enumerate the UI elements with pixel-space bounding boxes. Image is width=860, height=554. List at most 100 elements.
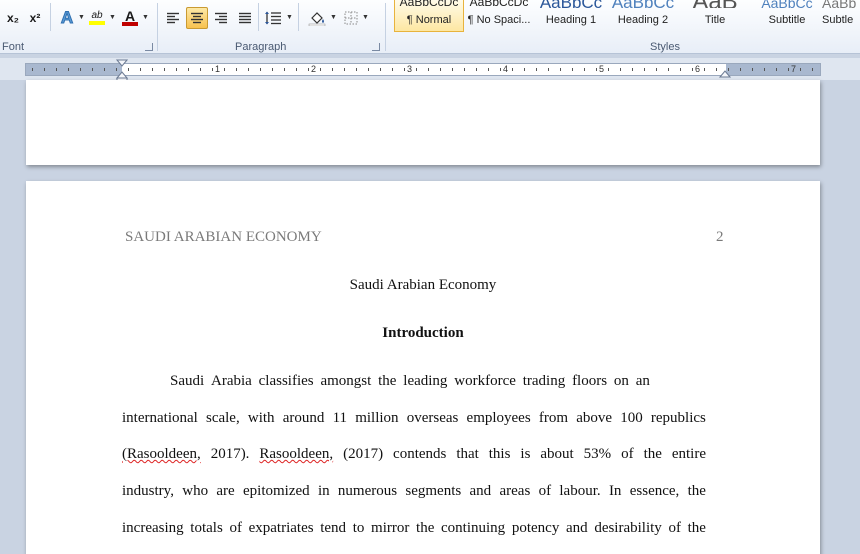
ruler-tick bbox=[32, 68, 33, 71]
ruler-number: 2 bbox=[311, 64, 317, 74]
document-title[interactable]: Saudi Arabian Economy bbox=[26, 277, 820, 294]
ruler-number: 1 bbox=[215, 64, 221, 74]
ruler-number: 3 bbox=[407, 64, 413, 74]
word: that bbox=[456, 446, 479, 462]
ruler-tick bbox=[56, 68, 57, 71]
ruler-tick bbox=[332, 68, 333, 71]
ruler-tick bbox=[428, 68, 429, 71]
word: republics bbox=[650, 410, 706, 426]
align-left-button[interactable] bbox=[162, 7, 184, 29]
word: the bbox=[687, 520, 706, 536]
word: labour. bbox=[559, 483, 601, 499]
ruler-tick bbox=[788, 68, 789, 71]
paragraph-group: ▼ ▼ ▼ Paragraph bbox=[158, 0, 384, 54]
borders-icon bbox=[344, 11, 358, 25]
word: of bbox=[538, 483, 552, 499]
style-normal[interactable]: AaBbCcDc ¶ Normal bbox=[394, 0, 464, 32]
body-line[interactable]: increasing totals of expatriates tend to mirro… bbox=[122, 520, 706, 537]
ruler-tick bbox=[476, 68, 477, 71]
word: segments bbox=[405, 483, 462, 499]
word: the bbox=[687, 483, 706, 499]
word: from bbox=[538, 410, 569, 426]
style-subtitle[interactable]: AaBbCc Subtitle bbox=[752, 0, 822, 32]
font-color-button[interactable]: A bbox=[119, 7, 141, 29]
first-line-indent-marker[interactable] bbox=[116, 59, 128, 67]
word: the bbox=[643, 446, 662, 462]
body-line[interactable]: international scale, with around 11 million ov… bbox=[122, 410, 706, 427]
highlight-button[interactable]: ab bbox=[86, 7, 108, 29]
ruler-tick bbox=[500, 68, 501, 71]
page-1-bottom[interactable] bbox=[26, 80, 820, 165]
running-head[interactable]: SAUDI ARABIAN ECONOMY bbox=[125, 229, 322, 246]
word: continuing bbox=[441, 520, 506, 536]
body-line[interactable]: Saudi Arabia classifies amongst the leading wo… bbox=[170, 373, 650, 390]
highlight-icon: ab bbox=[91, 10, 103, 21]
body-line[interactable]: (Rasooldeen, 2017). Rasooldeen, (2017) conte… bbox=[122, 446, 706, 463]
word: Arabia bbox=[211, 373, 252, 389]
ruler-left-margin bbox=[26, 64, 122, 75]
font-color-icon: A bbox=[124, 8, 136, 24]
word: trading bbox=[522, 373, 566, 389]
ruler-tick bbox=[572, 68, 573, 71]
justify-button[interactable] bbox=[234, 7, 256, 29]
borders-button[interactable] bbox=[340, 7, 362, 29]
paragraph-dialog-launcher[interactable] bbox=[372, 43, 380, 51]
page-number[interactable]: 2 bbox=[716, 229, 724, 246]
align-center-button[interactable] bbox=[186, 7, 208, 29]
style-subtle-emphasis[interactable]: AaBb Subtle bbox=[822, 0, 860, 32]
word: the bbox=[378, 373, 397, 389]
word: entire bbox=[671, 446, 706, 462]
font-dialog-launcher[interactable] bbox=[145, 43, 153, 51]
subscript-button[interactable]: x₂ bbox=[2, 7, 24, 29]
shading-button[interactable] bbox=[306, 7, 328, 29]
word: contends bbox=[393, 446, 447, 462]
style-heading-1[interactable]: AaBbCc Heading 1 bbox=[536, 0, 606, 32]
ruler-tick bbox=[188, 68, 189, 71]
ruler-tick bbox=[656, 68, 657, 71]
word: In bbox=[608, 483, 622, 499]
line-spacing-dropdown-icon[interactable]: ▼ bbox=[286, 14, 293, 21]
text-effects-dropdown-icon[interactable]: ▼ bbox=[78, 14, 85, 21]
right-indent-marker[interactable] bbox=[719, 70, 731, 78]
ruler-tick bbox=[716, 68, 717, 71]
align-right-button[interactable] bbox=[210, 7, 232, 29]
ribbon: x₂ x² A ▼ ab ▼ A ▼ Font ▼ ▼ ▼ Paragraph … bbox=[0, 0, 860, 54]
horizontal-ruler[interactable]: 1 2 3 4 5 6 7 bbox=[0, 58, 860, 81]
style-no-spacing[interactable]: AaBbCcDc ¶ No Spaci... bbox=[464, 0, 534, 32]
borders-dropdown-icon[interactable]: ▼ bbox=[362, 14, 369, 21]
word: essence, bbox=[629, 483, 680, 499]
ruler-tick bbox=[296, 68, 297, 71]
ruler-track[interactable]: 1 2 3 4 5 6 7 bbox=[25, 63, 821, 76]
word: on bbox=[613, 373, 629, 389]
ruler-tick bbox=[344, 68, 345, 71]
word: who bbox=[182, 483, 209, 499]
superscript-button[interactable]: x² bbox=[24, 7, 46, 29]
word: overseas bbox=[406, 410, 459, 426]
ruler-tick bbox=[128, 68, 129, 71]
ruler-tick bbox=[200, 68, 201, 71]
word: with bbox=[247, 410, 275, 426]
word: potency bbox=[511, 520, 560, 536]
font-color-dropdown-icon[interactable]: ▼ bbox=[142, 14, 149, 21]
word: 53% bbox=[583, 446, 612, 462]
justify-icon bbox=[239, 12, 251, 24]
shading-dropdown-icon[interactable]: ▼ bbox=[330, 14, 337, 21]
ruler-tick bbox=[812, 68, 813, 71]
text-effects-button[interactable]: A bbox=[56, 7, 78, 29]
ruler-tick bbox=[740, 68, 741, 71]
word: to bbox=[352, 520, 365, 536]
highlight-dropdown-icon[interactable]: ▼ bbox=[109, 14, 116, 21]
section-heading[interactable]: Introduction bbox=[26, 325, 820, 342]
word: increasing bbox=[122, 520, 184, 536]
style-title[interactable]: AaB Title bbox=[680, 0, 750, 32]
style-heading-2[interactable]: AaBbCc Heading 2 bbox=[608, 0, 678, 32]
word: numerous bbox=[337, 483, 398, 499]
ruler-tick bbox=[464, 68, 465, 71]
body-line[interactable]: industry, who are epitomized in numerous segme… bbox=[122, 483, 706, 500]
line-spacing-button[interactable] bbox=[262, 7, 284, 29]
ruler-tick bbox=[632, 68, 633, 71]
ruler-tick bbox=[140, 68, 141, 71]
ruler-number: 4 bbox=[503, 64, 509, 74]
align-center-icon bbox=[191, 12, 203, 24]
ruler-number: 5 bbox=[599, 64, 605, 74]
